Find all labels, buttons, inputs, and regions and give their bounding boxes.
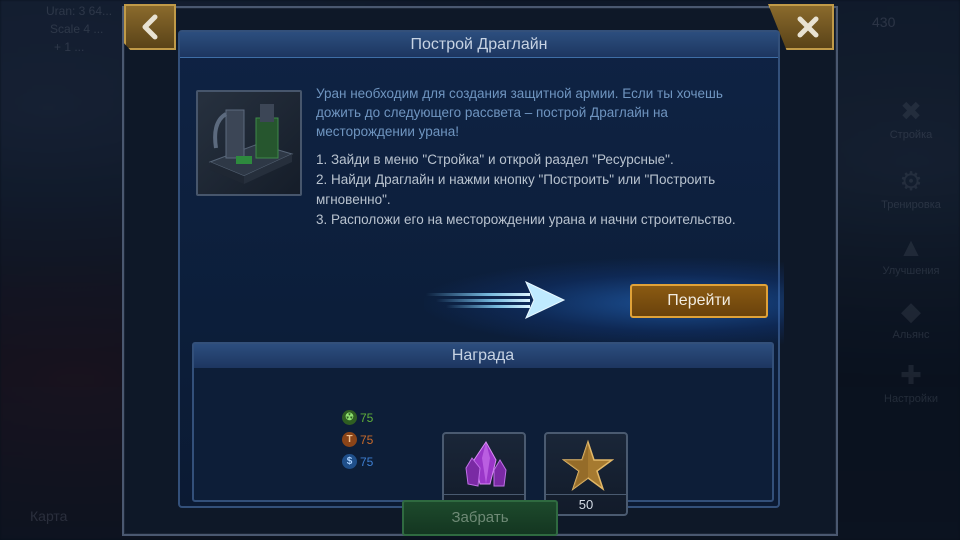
reward-title: Награда [194,344,772,368]
quest-description: Уран необходим для создания защитной арм… [316,86,723,139]
crystal-icon [465,441,507,487]
uranium-value: 75 [360,410,374,425]
titanium-value: 75 [360,432,374,447]
quest-step: 2. Найди Драглайн и нажми кнопку "Постро… [316,172,716,207]
credits-icon: $ [342,454,357,469]
close-icon [797,16,819,38]
credits-value: 75 [360,454,374,469]
star-count: 50 [546,494,626,514]
reward-credits: $ 75 [342,454,373,469]
back-button[interactable] [124,4,176,50]
quest-step: 1. Зайди в меню "Стройка" и открой разде… [316,152,674,167]
reward-titanium: T 75 [342,432,373,447]
star-icon [562,439,614,491]
dragline-building-icon [208,104,294,184]
uranium-icon: ☢ [342,410,357,425]
arrow-right-icon [426,280,566,320]
claim-button[interactable]: Забрать [402,500,558,536]
quest-panel: Построй Драглайн Уран необходим для созд… [178,30,784,516]
titanium-icon: T [342,432,357,447]
reward-uranium: ☢ 75 [342,410,373,425]
quest-steps: 1. Зайди в меню "Стройка" и открой разде… [316,150,770,230]
dragline-thumbnail [196,90,302,196]
go-button[interactable]: Перейти [630,284,768,318]
reward-section: Награда ☢ 75 T 75 $ 75 50 [192,342,774,516]
quest-step: 3. Расположи его на месторождении урана … [316,212,736,227]
dialog-title: Построй Драглайн [180,32,778,58]
chevron-left-icon [142,14,158,40]
